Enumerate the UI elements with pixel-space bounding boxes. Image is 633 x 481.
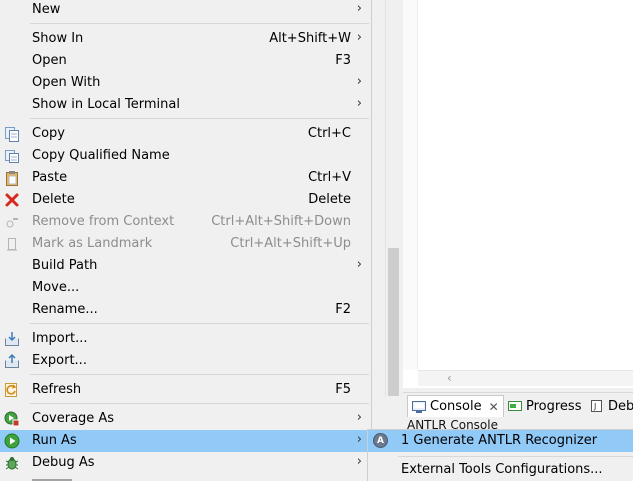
menu-item-build-path[interactable]: Build Path › [0, 255, 371, 277]
menu-item-label: New [32, 2, 61, 17]
menu-item-copy[interactable]: Copy Ctrl+C [0, 123, 371, 145]
menu-separator [30, 23, 369, 24]
menu-item-label: Paste [32, 170, 68, 185]
refresh-icon [4, 382, 20, 398]
menu-item-label: Show in Local Terminal [32, 97, 180, 112]
submenu-arrow-icon: › [356, 1, 362, 16]
copy-qualified-name-icon [4, 148, 20, 164]
editor-gutter [403, 0, 418, 370]
close-icon[interactable]: ✕ [489, 400, 499, 414]
menu-item-label: Copy Qualified Name [32, 148, 170, 163]
import-icon [4, 331, 20, 347]
submenu-arrow-icon: › [356, 74, 362, 89]
menu-item-shortcut: F2 [335, 302, 351, 317]
menu-item-label: Show In [32, 31, 84, 46]
menu-item-open-with[interactable]: Open With › [0, 72, 371, 94]
export-icon [4, 353, 20, 369]
menu-item-new[interactable]: New › [0, 0, 371, 21]
tab-debug-label: Debu [608, 398, 633, 414]
menu-separator [30, 403, 369, 404]
menu-item-rename[interactable]: Rename... F2 [0, 299, 371, 321]
debug-tab-icon: J [590, 400, 604, 412]
coverage-icon [4, 411, 20, 427]
tab-debug[interactable]: J Debu [590, 395, 633, 417]
menu-item-label: Import... [32, 331, 88, 346]
copy-icon [4, 126, 20, 142]
menu-item-shortcut: Delete [308, 192, 351, 207]
menu-item-import[interactable]: Import... [0, 328, 371, 350]
menu-item-refresh[interactable]: Refresh F5 [0, 379, 371, 401]
svg-text:J: J [593, 402, 596, 411]
menu-item-show-in[interactable]: Show In Alt+Shift+W › [0, 28, 371, 50]
antlr-icon: A [373, 433, 389, 449]
menu-item-shortcut: Alt+Shift+W [269, 31, 351, 46]
menu-item-label: Run As [32, 433, 77, 448]
menu-item-mark-as-landmark: Mark as Landmark Ctrl+Alt+Shift+Up [0, 233, 371, 255]
menu-item-shortcut: F3 [335, 53, 351, 68]
menu-item-paste[interactable]: Paste Ctrl+V [0, 167, 371, 189]
submenu-arrow-icon: › [356, 257, 362, 272]
menu-item-shortcut: Ctrl+Alt+Shift+Up [230, 236, 351, 251]
menu-item-open[interactable]: Open F3 [0, 50, 371, 72]
progress-icon [508, 400, 522, 412]
menu-item-label: Move... [32, 280, 80, 295]
submenu-arrow-icon: › [356, 96, 362, 111]
tab-console[interactable]: Console ✕ [407, 395, 504, 417]
scroll-left-arrow-icon[interactable]: ‹ [447, 371, 452, 385]
vertical-scrollbar-thumb[interactable] [388, 248, 399, 396]
tab-progress[interactable]: Progress [508, 395, 581, 417]
submenu-arrow-icon: › [356, 454, 362, 469]
menu-item-cutoff [32, 476, 72, 481]
menu-item-shortcut: F5 [335, 382, 351, 397]
menu-item-label: Delete [32, 192, 75, 207]
paste-icon [4, 170, 20, 186]
landmark-icon [4, 236, 20, 252]
menu-item-remove-from-context: Remove from Context Ctrl+Alt+Shift+Down [0, 211, 371, 233]
console-icon [412, 400, 426, 413]
menu-item-label: Export... [32, 353, 87, 368]
menu-item-label: Remove from Context [32, 214, 175, 229]
submenu-item-label: 1 Generate ANTLR Recognizer [401, 433, 598, 448]
debug-icon [4, 455, 20, 471]
submenu-arrow-icon: › [356, 30, 362, 45]
menu-item-shortcut: Ctrl+C [307, 126, 351, 141]
menu-separator [30, 118, 369, 119]
menu-item-label: Build Path [32, 258, 98, 273]
menu-item-export[interactable]: Export... [0, 350, 371, 372]
menu-item-copy-qualified-name[interactable]: Copy Qualified Name [0, 145, 371, 167]
menu-item-coverage-as[interactable]: Coverage As › [0, 408, 371, 430]
menu-separator [30, 323, 369, 324]
submenu-arrow-icon: › [356, 432, 362, 447]
menu-item-label: Open With [32, 75, 101, 90]
submenu-separator [398, 456, 633, 457]
menu-item-run-as[interactable]: Run As › [0, 430, 371, 452]
menu-item-shortcut: Ctrl+V [308, 170, 351, 185]
remove-context-icon [4, 214, 20, 230]
submenu-item-generate-antlr-recognizer[interactable]: A 1 Generate ANTLR Recognizer [368, 430, 633, 452]
menu-item-label: Rename... [32, 302, 98, 317]
menu-item-label: Copy [32, 126, 65, 141]
menu-item-shortcut: Ctrl+Alt+Shift+Down [211, 214, 351, 229]
tab-progress-label: Progress [526, 398, 582, 414]
submenu-item-label: External Tools Configurations... [401, 462, 603, 477]
delete-icon [4, 192, 20, 208]
tab-console-label: Console [430, 399, 482, 414]
menu-item-show-in-local-terminal[interactable]: Show in Local Terminal › [0, 94, 371, 116]
menu-item-label: Coverage As [32, 411, 115, 426]
menu-item-label: Open [32, 53, 67, 68]
menu-item-delete[interactable]: Delete Delete [0, 189, 371, 211]
menu-separator [30, 374, 369, 375]
menu-item-label: Mark as Landmark [32, 236, 153, 251]
submenu-arrow-icon: › [356, 410, 362, 425]
menu-item-move[interactable]: Move... [0, 277, 371, 299]
menu-item-debug-as[interactable]: Debug As › [0, 452, 371, 474]
menu-item-label: Refresh [32, 382, 82, 397]
run-icon [4, 433, 20, 449]
submenu-item-external-tools-configurations[interactable]: External Tools Configurations... [368, 459, 633, 481]
menu-item-label: Debug As [32, 455, 95, 470]
editor-area[interactable] [403, 0, 633, 388]
